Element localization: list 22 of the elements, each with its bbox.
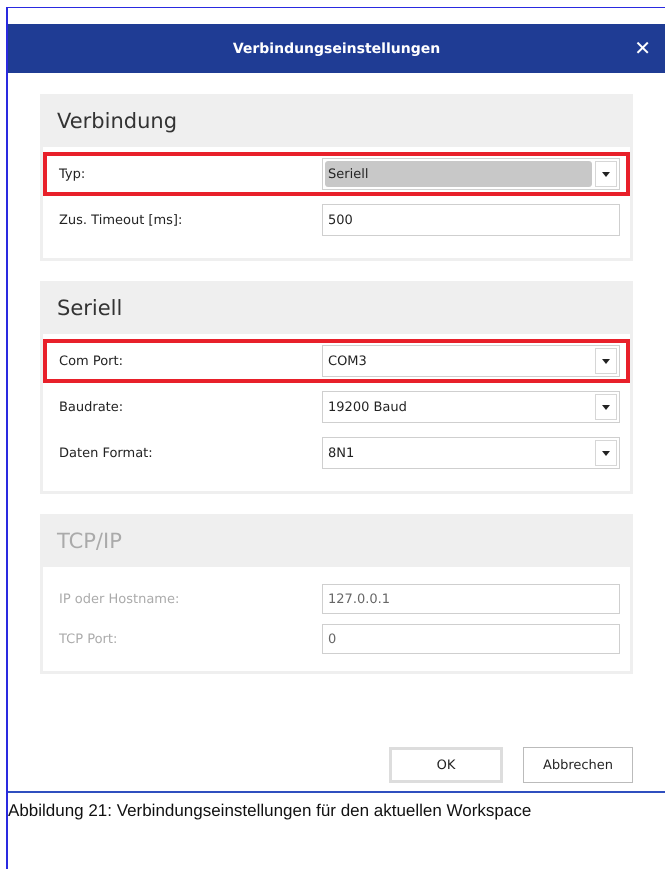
field-label: Com Port: <box>59 354 124 368</box>
dropdown[interactable]: COM3 <box>322 345 620 377</box>
window-title: Verbindungseinstellungen <box>232 40 440 56</box>
cancel-button[interactable]: Abbrechen <box>523 747 633 783</box>
field-label: Daten Format: <box>59 446 154 460</box>
section-title: Seriell <box>57 296 122 320</box>
input-field: 0 <box>322 624 620 654</box>
dropdown[interactable]: Seriell <box>322 158 620 190</box>
field-label: Zus. Timeout [ms]: <box>59 212 184 228</box>
input-field[interactable]: 500 <box>322 204 620 236</box>
field-label: IP oder Hostname: <box>59 592 180 606</box>
field-label: TCP Port: <box>59 632 118 646</box>
dropdown[interactable]: 19200 Baud <box>322 391 620 423</box>
dropdown[interactable]: 8N1 <box>322 437 620 469</box>
field-label: Baudrate: <box>59 400 124 414</box>
ok-button[interactable]: OK <box>389 747 503 783</box>
field-label: Typ: <box>59 166 86 182</box>
figure-caption: Abbildung 21: Verbindungseinstellungen für den aktuellen Workspace <box>8 801 532 821</box>
section-title: Verbindung <box>57 108 178 132</box>
section-title: TCP/IP <box>57 528 122 552</box>
input-field: 127.0.0.1 <box>322 584 620 614</box>
close-button[interactable]: ✕ <box>634 36 651 60</box>
